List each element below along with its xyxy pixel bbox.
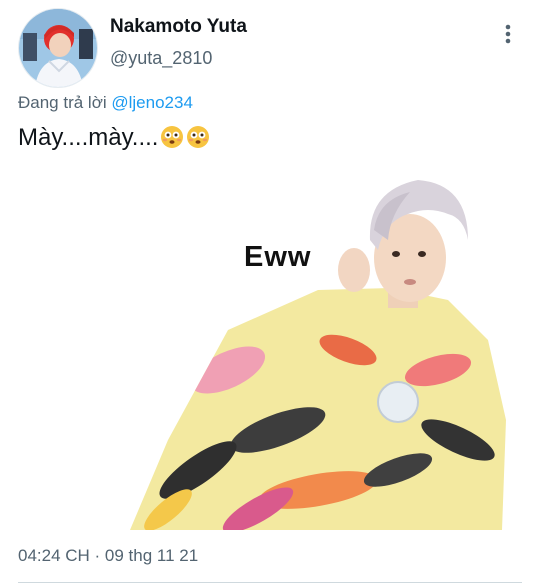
avatar-image [19, 9, 97, 87]
meme-photo [18, 170, 522, 530]
author-name[interactable]: Nakamoto Yuta [110, 16, 247, 38]
reply-to-link[interactable]: @ljeno234 [111, 93, 193, 112]
tweet-timestamp[interactable]: 04:24 CH · 09 thg 11 21 [18, 546, 198, 566]
avatar[interactable] [18, 8, 98, 88]
tweet-text-content: Mày....mày.... [18, 124, 159, 151]
vertical-dots-icon [505, 24, 511, 44]
author-handle[interactable]: @yuta_2810 [110, 48, 212, 69]
flushed-face-emoji [186, 125, 210, 156]
more-options-button[interactable] [496, 22, 520, 46]
tweet-header: Nakamoto Yuta @yuta_2810 [18, 8, 522, 104]
divider [18, 582, 522, 583]
reply-context: Đang trả lời @ljeno234 [18, 93, 193, 113]
tweet-text: Mày....mày.... [18, 124, 210, 156]
tweet-media[interactable]: Eww [18, 170, 522, 530]
flushed-face-emoji [160, 125, 184, 156]
reply-prefix: Đang trả lời [18, 93, 107, 112]
meme-caption: Eww [244, 241, 312, 273]
